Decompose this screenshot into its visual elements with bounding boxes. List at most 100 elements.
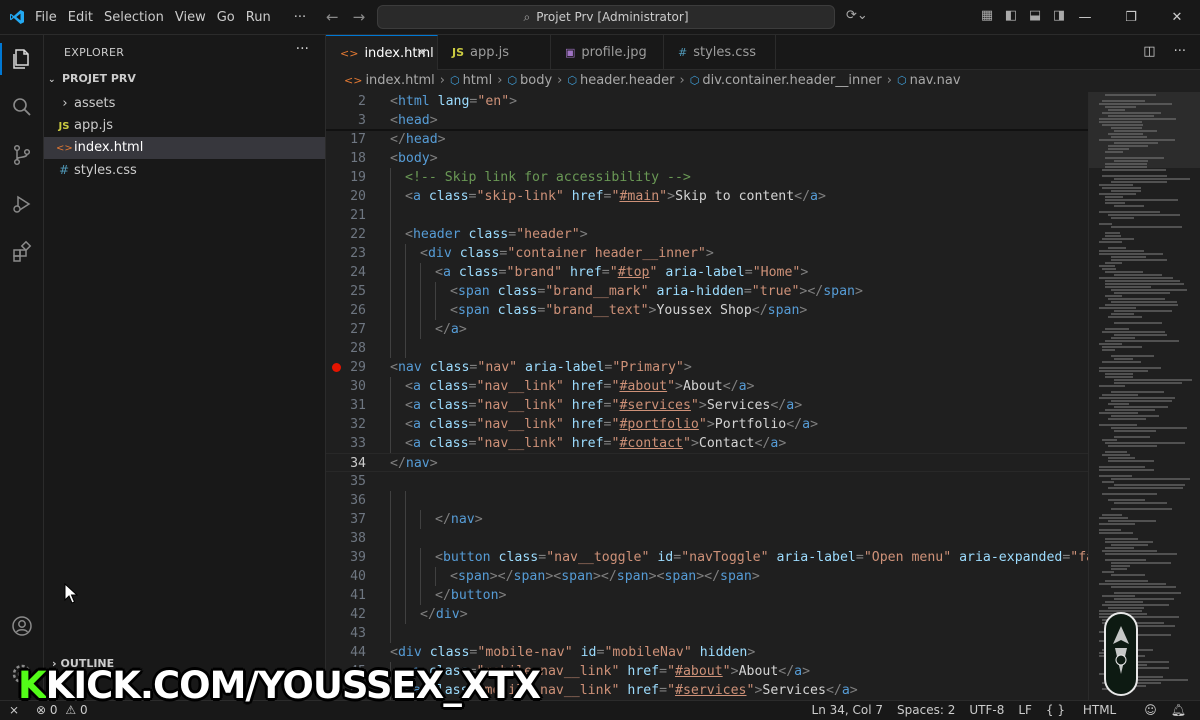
code-line[interactable]: 3 <head>: [326, 111, 1088, 130]
indent-guide: [435, 567, 436, 586]
minimize-icon[interactable]: —: [1062, 0, 1108, 35]
code-line[interactable]: 39 <button class="nav__toggle" id="navTog…: [326, 548, 1088, 567]
code-line[interactable]: 31 <a class="nav__link" href="#services">…: [326, 396, 1088, 415]
explorer-icon[interactable]: [10, 47, 34, 71]
customize-layout-icon[interactable]: ▦: [975, 8, 999, 23]
breadcrumb-item[interactable]: body: [520, 73, 552, 88]
code-line[interactable]: 32 <a class="nav__link" href="#portfolio"…: [326, 415, 1088, 434]
menu-edit[interactable]: Edit: [63, 10, 98, 25]
menu-go[interactable]: Go: [212, 10, 240, 25]
minimap-line: [1099, 367, 1161, 369]
breadcrumb-item[interactable]: header.header: [580, 73, 675, 88]
minimap-line: [1111, 391, 1164, 393]
minimap-line: [1105, 559, 1146, 561]
menu-file[interactable]: File: [30, 10, 62, 25]
code-line[interactable]: 30 <a class="nav__link" href="#about">Abo…: [326, 377, 1088, 396]
end-of-line[interactable]: LF: [1018, 701, 1032, 720]
encoding[interactable]: UTF-8: [969, 701, 1004, 720]
tree-item-index-html[interactable]: <>index.html: [44, 137, 325, 159]
copilot-icon[interactable]: ⟳⌄: [846, 8, 868, 23]
restore-icon[interactable]: ❐: [1108, 0, 1154, 35]
breadcrumb-item[interactable]: nav.nav: [910, 73, 961, 88]
code-line[interactable]: 23 <div class="container header__inner">: [326, 244, 1088, 263]
minimap-line: [1105, 157, 1164, 159]
tree-item-app-js[interactable]: JS app.js: [44, 115, 325, 137]
tab-app-js[interactable]: JS app.js: [438, 35, 551, 70]
toggle-primary-sidebar-icon[interactable]: ◧: [999, 8, 1023, 23]
tree-item-assets[interactable]: › assets: [44, 93, 325, 115]
sticky-scroll-shadow: [326, 129, 1088, 131]
minimap-line: [1105, 295, 1122, 297]
code-line[interactable]: 24 <a class="brand" href="#top" aria-labe…: [326, 263, 1088, 282]
mouse-cursor-icon: [64, 583, 78, 604]
close-icon[interactable]: ✕: [416, 36, 427, 71]
tab-index-html[interactable]: <> index.html ✕: [326, 35, 438, 70]
breadcrumb-item[interactable]: html: [463, 73, 493, 88]
code-line[interactable]: 2 <html lang="en">: [326, 92, 1088, 111]
indentation[interactable]: Spaces: 2: [897, 701, 955, 720]
code-line[interactable]: 17 </head>: [326, 130, 1088, 149]
code-line[interactable]: 21: [326, 206, 1088, 225]
more-actions-icon[interactable]: ···: [1174, 44, 1186, 59]
code-line[interactable]: 41 </button>: [326, 586, 1088, 605]
breadcrumb-item[interactable]: index.html: [365, 73, 434, 88]
minimap[interactable]: [1088, 92, 1200, 700]
code-line[interactable]: 37 </nav>: [326, 510, 1088, 529]
indent-guide: [405, 244, 406, 263]
code-line[interactable]: 22 <header class="header">: [326, 225, 1088, 244]
code-line[interactable]: 44 <div class="mobile-nav" id="mobileNav"…: [326, 643, 1088, 662]
code-line[interactable]: 19 <!-- Skip link for accessibility -->: [326, 168, 1088, 187]
split-editor-icon[interactable]: ◫: [1143, 44, 1155, 59]
tab-profile-jpg[interactable]: ▣ profile.jpg: [551, 35, 664, 70]
extensions-icon[interactable]: [10, 240, 34, 264]
code-line[interactable]: 43: [326, 624, 1088, 643]
code-line[interactable]: 20 <a class="skip-link" href="#main">Skip…: [326, 187, 1088, 206]
account-icon[interactable]: [10, 614, 34, 638]
command-center-search[interactable]: ⌕ Projet Prv [Administrator]: [377, 5, 835, 29]
close-window-icon[interactable]: ✕: [1154, 0, 1200, 35]
code-line[interactable]: 35: [326, 472, 1088, 491]
minimap-line: [1111, 313, 1134, 315]
code-line[interactable]: 28: [326, 339, 1088, 358]
minimap-line: [1099, 583, 1166, 585]
source-control-icon[interactable]: [10, 143, 34, 167]
search-view-icon[interactable]: [10, 95, 34, 119]
project-root[interactable]: ⌄ PROJET PRV: [48, 72, 136, 85]
line-number: 43: [350, 626, 366, 641]
cursor-position[interactable]: Ln 34, Col 7: [812, 701, 884, 720]
forward-arrow-icon[interactable]: →: [353, 8, 366, 26]
run-debug-icon[interactable]: [10, 192, 34, 216]
code-text: <span></span><span></span><span></span>: [450, 569, 760, 584]
code-line[interactable]: 18 <body>: [326, 149, 1088, 168]
toggle-panel-icon[interactable]: ⬓: [1023, 8, 1047, 23]
code-line[interactable]: 33 <a class="nav__link" href="#contact">C…: [326, 434, 1088, 453]
code-line[interactable]: 25 <span class="brand__mark" aria-hidden=…: [326, 282, 1088, 301]
line-number: 20: [350, 189, 366, 204]
code-line[interactable]: 27 </a>: [326, 320, 1088, 339]
vscode-logo-icon: [10, 10, 24, 24]
code-line[interactable]: 36: [326, 491, 1088, 510]
code-line[interactable]: 29 <nav class="nav" aria-label="Primary">: [326, 358, 1088, 377]
breadcrumb-item[interactable]: div.container.header__inner: [702, 73, 881, 88]
code-text: <button class="nav__toggle" id="navToggl…: [435, 550, 1088, 565]
minimap-line: [1099, 184, 1133, 186]
chevron-right-icon: ›: [886, 73, 892, 88]
language-mode[interactable]: { } HTML: [1046, 701, 1130, 720]
code-line[interactable]: 26 <span class="brand__text">Youssex Shop…: [326, 301, 1088, 320]
notifications-bell-icon[interactable]: 🔔︎: [1171, 701, 1186, 720]
back-arrow-icon[interactable]: ←: [326, 8, 339, 26]
explorer-more-icon[interactable]: ···: [296, 41, 309, 57]
tree-item-styles-css[interactable]: # styles.css: [44, 159, 325, 181]
code-line[interactable]: 38: [326, 529, 1088, 548]
indent-guide: [390, 529, 391, 548]
menu-more[interactable]: ···: [289, 10, 311, 25]
tab-styles-css[interactable]: # styles.css: [664, 35, 776, 70]
code-editor[interactable]: 2 <html lang="en"> 3 <head> 17 </head> 18 <body…: [326, 92, 1088, 700]
copilot-status-icon[interactable]: ☺: [1144, 701, 1157, 720]
menu-selection[interactable]: Selection: [99, 10, 169, 25]
menu-view[interactable]: View: [170, 10, 211, 25]
code-line[interactable]: 34 </nav>: [326, 453, 1088, 472]
code-line[interactable]: 42 </div>: [326, 605, 1088, 624]
code-line[interactable]: 40 <span></span><span></span><span></span…: [326, 567, 1088, 586]
menu-run[interactable]: Run: [241, 10, 276, 25]
